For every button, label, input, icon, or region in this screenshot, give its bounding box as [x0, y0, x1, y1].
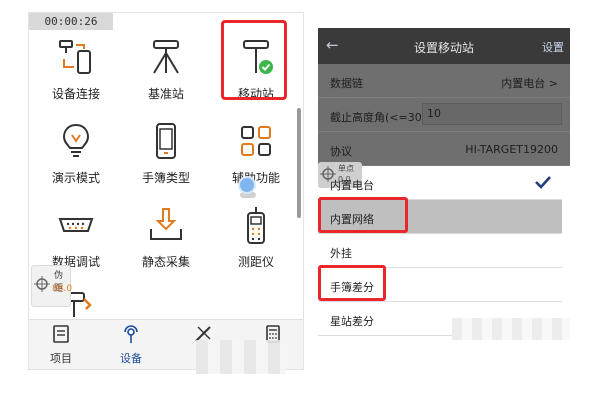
row-value: HI-TARGET19200 — [465, 143, 558, 156]
clipboard-icon — [51, 324, 71, 348]
tab-label: 项目 — [50, 352, 72, 365]
tab-label: 设备 — [120, 352, 142, 365]
pseudorange-value: 88.0 — [52, 284, 73, 294]
grid-label: 手簿类型 — [141, 171, 190, 185]
satellite-signal-icon — [121, 324, 141, 348]
watermark-blur — [452, 318, 570, 340]
handheld-diff-highlight-box — [318, 265, 386, 301]
grid-label: 基准站 — [147, 87, 184, 101]
base-station-icon — [144, 35, 188, 79]
row-key: 协议 — [330, 145, 352, 158]
serial-port-icon — [54, 203, 98, 247]
grid-label: 设备连接 — [51, 87, 100, 101]
grid-label: 演示模式 — [51, 171, 100, 185]
protocol-row[interactable]: 协议 HI-TARGET19200 — [318, 132, 570, 166]
grid-label: 测距仪 — [237, 255, 274, 269]
settings-action-button[interactable]: 设置 — [542, 39, 564, 55]
network-highlight-box — [318, 197, 408, 233]
watermark-blur — [196, 340, 286, 374]
page-title: 设置移动站 — [413, 41, 474, 55]
rover-settings-screen: ← 设置移动站 设置 数据链 内置电台 > 截止高度角(<=30°) 10 协议… — [318, 28, 570, 340]
option-label: 外挂 — [330, 247, 352, 260]
option-external[interactable]: 外挂 — [318, 234, 562, 268]
grid-label: 静态采集 — [141, 255, 190, 269]
option-label: 内置电台 — [330, 179, 374, 192]
option-internal-radio[interactable]: 内置电台 — [318, 166, 562, 200]
device-connect-button[interactable]: 设备连接 — [31, 35, 121, 115]
scrollbar[interactable] — [297, 108, 301, 218]
dimmed-form: 数据链 内置电台 > 截止高度角(<=30°) 10 协议 HI-TARGET1… — [318, 64, 570, 188]
download-tray-icon — [144, 203, 188, 247]
cutoff-row: 截止高度角(<=30°) 10 — [318, 98, 570, 132]
handheld-icon — [144, 119, 188, 163]
device-screen: 00:00:26 设备连接 基准站 移动站 演示模式 手簿类型 辅助功能 数据调… — [28, 12, 304, 370]
checkmark-icon — [534, 174, 552, 193]
static-collect-button[interactable]: 静态采集 — [121, 203, 211, 283]
base-station-button[interactable]: 基准站 — [121, 35, 211, 115]
toggle-knob[interactable] — [238, 176, 256, 194]
device-connect-icon — [54, 35, 98, 79]
timer-label: 00:00:26 — [29, 13, 113, 30]
datalink-row[interactable]: 数据链 内置电台 > — [318, 64, 570, 98]
grid-tools-icon — [234, 119, 278, 163]
demo-mode-button[interactable]: 演示模式 — [31, 119, 121, 199]
option-label: 星站差分 — [330, 315, 374, 328]
aux-functions-button[interactable]: 辅助功能 — [211, 119, 301, 199]
pseudorange-badge[interactable]: 伪距 88.0 — [31, 265, 73, 307]
rangefinder-icon — [234, 203, 278, 247]
rangefinder-button[interactable]: 测距仪 — [211, 203, 301, 283]
tab-project[interactable]: 项目 — [31, 324, 91, 366]
row-key: 数据链 — [330, 77, 363, 90]
tab-device[interactable]: 设备 — [101, 324, 161, 366]
bulb-icon — [54, 119, 98, 163]
rover-highlight-box — [221, 20, 287, 100]
handheld-type-button[interactable]: 手簿类型 — [121, 119, 211, 199]
row-value: 内置电台 > — [501, 77, 558, 90]
cutoff-angle-input[interactable]: 10 — [422, 103, 562, 125]
target-icon — [34, 276, 50, 296]
row-key: 截止高度角(<=30°) — [330, 111, 432, 124]
settings-header: ← 设置移动站 设置 — [318, 28, 570, 64]
